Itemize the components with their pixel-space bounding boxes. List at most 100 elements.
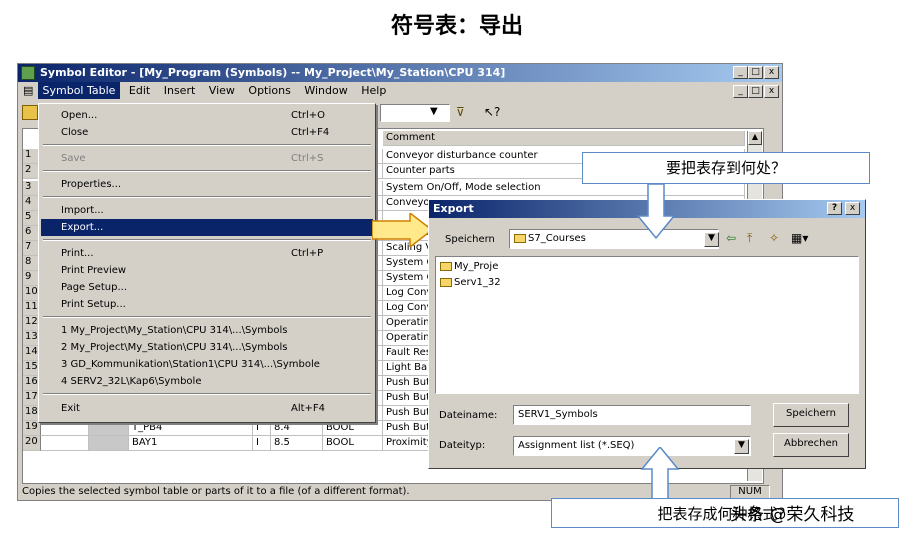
- folder-icon: [514, 233, 526, 243]
- data-type-cell: BOOL: [323, 436, 383, 451]
- menu-item-label: Properties...: [61, 179, 122, 190]
- menu-separator: [43, 170, 371, 172]
- list-item[interactable]: Serv1_32: [440, 277, 501, 288]
- chevron-down-icon[interactable]: ▼: [430, 106, 438, 117]
- menu-symbol-table[interactable]: Symbol Table: [37, 82, 121, 99]
- menu-item-label: Save: [61, 153, 86, 164]
- save-in-combo[interactable]: S7_Courses: [509, 229, 719, 249]
- status-cell: [41, 436, 89, 451]
- doc-close-button[interactable]: x: [764, 85, 779, 98]
- menu-options[interactable]: Options: [243, 82, 295, 99]
- menu-edit[interactable]: Edit: [124, 82, 155, 99]
- watermark: 头条 @荣久科技: [730, 505, 855, 525]
- open-folder-icon[interactable]: [22, 105, 38, 120]
- menu-item-label: Print...: [61, 248, 94, 259]
- callout-top: 要把表存到何处？: [582, 152, 870, 184]
- menu-view[interactable]: View: [204, 82, 240, 99]
- filetype-select[interactable]: Assignment list (*.SEQ): [513, 436, 751, 456]
- chevron-down-icon[interactable]: ▼: [704, 232, 719, 247]
- row-number[interactable]: 19: [23, 421, 41, 436]
- back-arrow-icon[interactable]: ⇦: [726, 231, 736, 245]
- dialog-title: Export: [433, 202, 474, 215]
- menu-separator: [43, 316, 371, 318]
- new-folder-icon[interactable]: ✧: [769, 231, 779, 245]
- menu-item-label: Print Preview: [61, 265, 127, 276]
- menu-item-recent-2[interactable]: 2 My_Project\My_Station\CPU 314\...\Symb…: [41, 339, 373, 356]
- num-lock-indicator: NUM: [730, 485, 770, 499]
- scroll-up-icon[interactable]: ▲: [748, 131, 762, 145]
- status-text: Copies the selected symbol table or part…: [22, 486, 410, 497]
- menu-item-page-setup[interactable]: Page Setup...: [41, 279, 373, 296]
- right-arrow-icon: [372, 213, 434, 247]
- doc-icon: ▤: [23, 84, 34, 97]
- menu-item-print-preview[interactable]: Print Preview: [41, 262, 373, 279]
- menu-item-recent-3[interactable]: 3 GD_Kommunikation\Station1\CPU 314\...\…: [41, 356, 373, 373]
- menu-separator: [43, 239, 371, 241]
- menu-item-label: Exit: [61, 403, 80, 414]
- window-title: Symbol Editor - [My_Program (Symbols) --…: [40, 66, 506, 79]
- menu-item-recent-1[interactable]: 1 My_Project\My_Station\CPU 314\...\Symb…: [41, 322, 373, 339]
- menu-item-open[interactable]: Open... Ctrl+O: [41, 107, 373, 124]
- menu-item-shortcut: Ctrl+S: [291, 153, 324, 164]
- menu-item-label: 1 My_Project\My_Station\CPU 314\...\Symb…: [61, 325, 288, 336]
- close-button[interactable]: x: [764, 66, 779, 79]
- flag-cell: [89, 436, 129, 451]
- dialog-help-button[interactable]: ?: [827, 202, 842, 215]
- filename-label: Dateiname:: [439, 410, 498, 421]
- menu-help[interactable]: Help: [356, 82, 391, 99]
- doc-maximize-button[interactable]: □: [748, 85, 763, 98]
- filter-combo[interactable]: [380, 104, 450, 122]
- menu-separator: [43, 196, 371, 198]
- filter-icon[interactable]: ⊽: [456, 105, 465, 119]
- menu-item-print-setup[interactable]: Print Setup...: [41, 296, 373, 313]
- menu-item-print[interactable]: Print... Ctrl+P: [41, 245, 373, 262]
- save-in-label: Speichern: [445, 234, 495, 245]
- status-cell: [41, 421, 89, 436]
- data-type-cell: BOOL: [323, 421, 383, 436]
- address-cell: I: [253, 436, 271, 451]
- filetype-label: Dateityp:: [439, 440, 486, 451]
- folder-icon: [440, 261, 452, 271]
- dialog-close-button[interactable]: x: [845, 202, 860, 215]
- menu-item-close[interactable]: Close Ctrl+F4: [41, 124, 373, 141]
- save-button[interactable]: Speichern: [773, 403, 849, 427]
- window-titlebar: Symbol Editor - [My_Program (Symbols) --…: [18, 64, 782, 82]
- list-item[interactable]: My_Proje: [440, 261, 498, 272]
- up-arrow-icon: [640, 447, 680, 499]
- chevron-down-icon[interactable]: ▼: [734, 439, 749, 454]
- menu-item-export[interactable]: Export...: [41, 219, 373, 236]
- address-cell: I: [253, 421, 271, 436]
- help-pointer-icon[interactable]: ↖?: [484, 105, 500, 119]
- save-in-value: S7_Courses: [528, 233, 586, 244]
- menu-item-shortcut: Alt+F4: [291, 403, 326, 414]
- menu-separator: [43, 144, 371, 146]
- symbol-table-menu: Open... Ctrl+O Close Ctrl+F4 Save Ctrl+S Pr…: [38, 103, 376, 423]
- menu-item-label: Page Setup...: [61, 282, 128, 293]
- menu-item-import[interactable]: Import...: [41, 202, 373, 219]
- up-folder-icon[interactable]: ⤒: [747, 231, 752, 246]
- page-heading: 符号表：导出: [390, 14, 523, 39]
- menu-item-label: Close: [61, 127, 89, 138]
- file-list[interactable]: My_Proje Serv1_32: [435, 256, 859, 394]
- menu-window[interactable]: Window: [299, 82, 352, 99]
- menu-insert[interactable]: Insert: [159, 82, 201, 99]
- flag-cell: [89, 421, 129, 436]
- filename-input[interactable]: SERV1_Symbols: [513, 405, 751, 425]
- address-number-cell: 8.4: [271, 421, 323, 436]
- file-name: Serv1_32: [454, 277, 501, 288]
- menu-separator: [43, 393, 371, 395]
- symbol-cell: BAY1: [129, 436, 253, 451]
- menu-item-label: Open...: [61, 110, 98, 121]
- maximize-button[interactable]: □: [748, 66, 763, 79]
- menu-item-exit[interactable]: Exit Alt+F4: [41, 400, 373, 417]
- minimize-button[interactable]: _: [733, 66, 748, 79]
- menu-item-recent-4[interactable]: 4 SERV2_32L\Kap6\Symbole: [41, 373, 373, 390]
- doc-minimize-button[interactable]: _: [733, 85, 748, 98]
- cancel-button[interactable]: Abbrechen: [773, 433, 849, 457]
- menu-item-label: 2 My_Project\My_Station\CPU 314\...\Symb…: [61, 342, 288, 353]
- view-menu-icon[interactable]: ▦▾: [791, 231, 808, 245]
- menu-item-shortcut: Ctrl+O: [291, 110, 326, 121]
- menu-item-properties[interactable]: Properties...: [41, 176, 373, 193]
- comment-column-header[interactable]: Comment: [383, 131, 745, 146]
- row-number[interactable]: 20: [23, 436, 41, 451]
